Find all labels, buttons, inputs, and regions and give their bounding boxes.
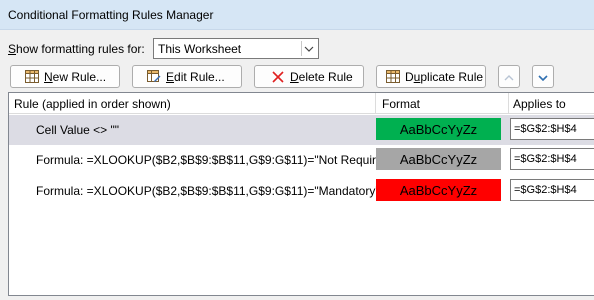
duplicate-rule-button[interactable]: Duplicate Rule xyxy=(376,65,486,88)
rule-text: Formula: =XLOOKUP($B2,$B$9:$B$11,G$9:G$1… xyxy=(36,184,380,198)
duplicate-rule-icon xyxy=(386,70,400,84)
edit-rule-icon xyxy=(147,70,161,84)
applies-to-field[interactable]: =$G$2:$H$4 xyxy=(510,118,594,140)
rules-manager-dialog: Show formatting rules for: This Workshee… xyxy=(0,30,594,300)
column-divider[interactable] xyxy=(375,93,376,114)
delete-x-icon xyxy=(271,70,285,84)
format-preview: AaBbCcYyZz xyxy=(376,118,501,140)
rules-toolbar: New Rule... Edit Rule... Delete Rule Dup… xyxy=(8,64,594,92)
table-row[interactable]: Formula: =XLOOKUP($B2,$B$9:$B$11,G$9:G$1… xyxy=(9,176,594,206)
new-rule-icon xyxy=(25,70,39,84)
scope-row: Show formatting rules for: This Workshee… xyxy=(8,38,319,60)
delete-rule-label: Delete Rule xyxy=(290,69,353,84)
chevron-down-icon xyxy=(538,70,548,84)
rule-text: Cell Value <> "" xyxy=(36,123,120,137)
duplicate-rule-label: Duplicate Rule xyxy=(405,69,484,84)
edit-rule-button[interactable]: Edit Rule... xyxy=(132,65,242,88)
edit-rule-label: Edit Rule... xyxy=(166,69,225,84)
chevron-up-icon xyxy=(504,70,514,84)
move-down-button[interactable] xyxy=(532,65,554,88)
header-applies-to[interactable]: Applies to xyxy=(513,97,566,111)
header-format[interactable]: Format xyxy=(382,97,420,111)
title-bar: Conditional Formatting Rules Manager xyxy=(0,0,594,30)
scope-dropdown[interactable]: This Worksheet xyxy=(153,38,319,59)
chevron-down-icon[interactable] xyxy=(301,41,316,56)
rule-text: Formula: =XLOOKUP($B2,$B$9:$B$11,G$9:G$1… xyxy=(36,153,394,167)
column-divider[interactable] xyxy=(508,93,509,114)
table-row[interactable]: Cell Value <> "" AaBbCcYyZz =$G$2:$H$4 xyxy=(9,115,594,145)
delete-rule-button[interactable]: Delete Rule xyxy=(254,65,364,88)
table-header: Rule (applied in order shown) Format App… xyxy=(9,93,594,114)
format-preview: AaBbCcYyZz xyxy=(376,148,501,170)
applies-to-field[interactable]: =$G$2:$H$4 xyxy=(510,148,594,170)
new-rule-label: New Rule... xyxy=(44,69,107,84)
window-title: Conditional Formatting Rules Manager xyxy=(8,8,214,22)
scope-label: Show formatting rules for: xyxy=(8,42,145,56)
move-up-button[interactable] xyxy=(498,65,520,88)
header-rule[interactable]: Rule (applied in order shown) xyxy=(14,97,171,111)
format-preview: AaBbCcYyZz xyxy=(376,179,501,201)
scope-dropdown-value: This Worksheet xyxy=(158,42,242,56)
rules-table: Rule (applied in order shown) Format App… xyxy=(8,92,594,296)
applies-to-field[interactable]: =$G$2:$H$4 xyxy=(510,179,594,201)
table-row[interactable]: Formula: =XLOOKUP($B2,$B$9:$B$11,G$9:G$1… xyxy=(9,145,594,175)
new-rule-button[interactable]: New Rule... xyxy=(10,65,120,88)
